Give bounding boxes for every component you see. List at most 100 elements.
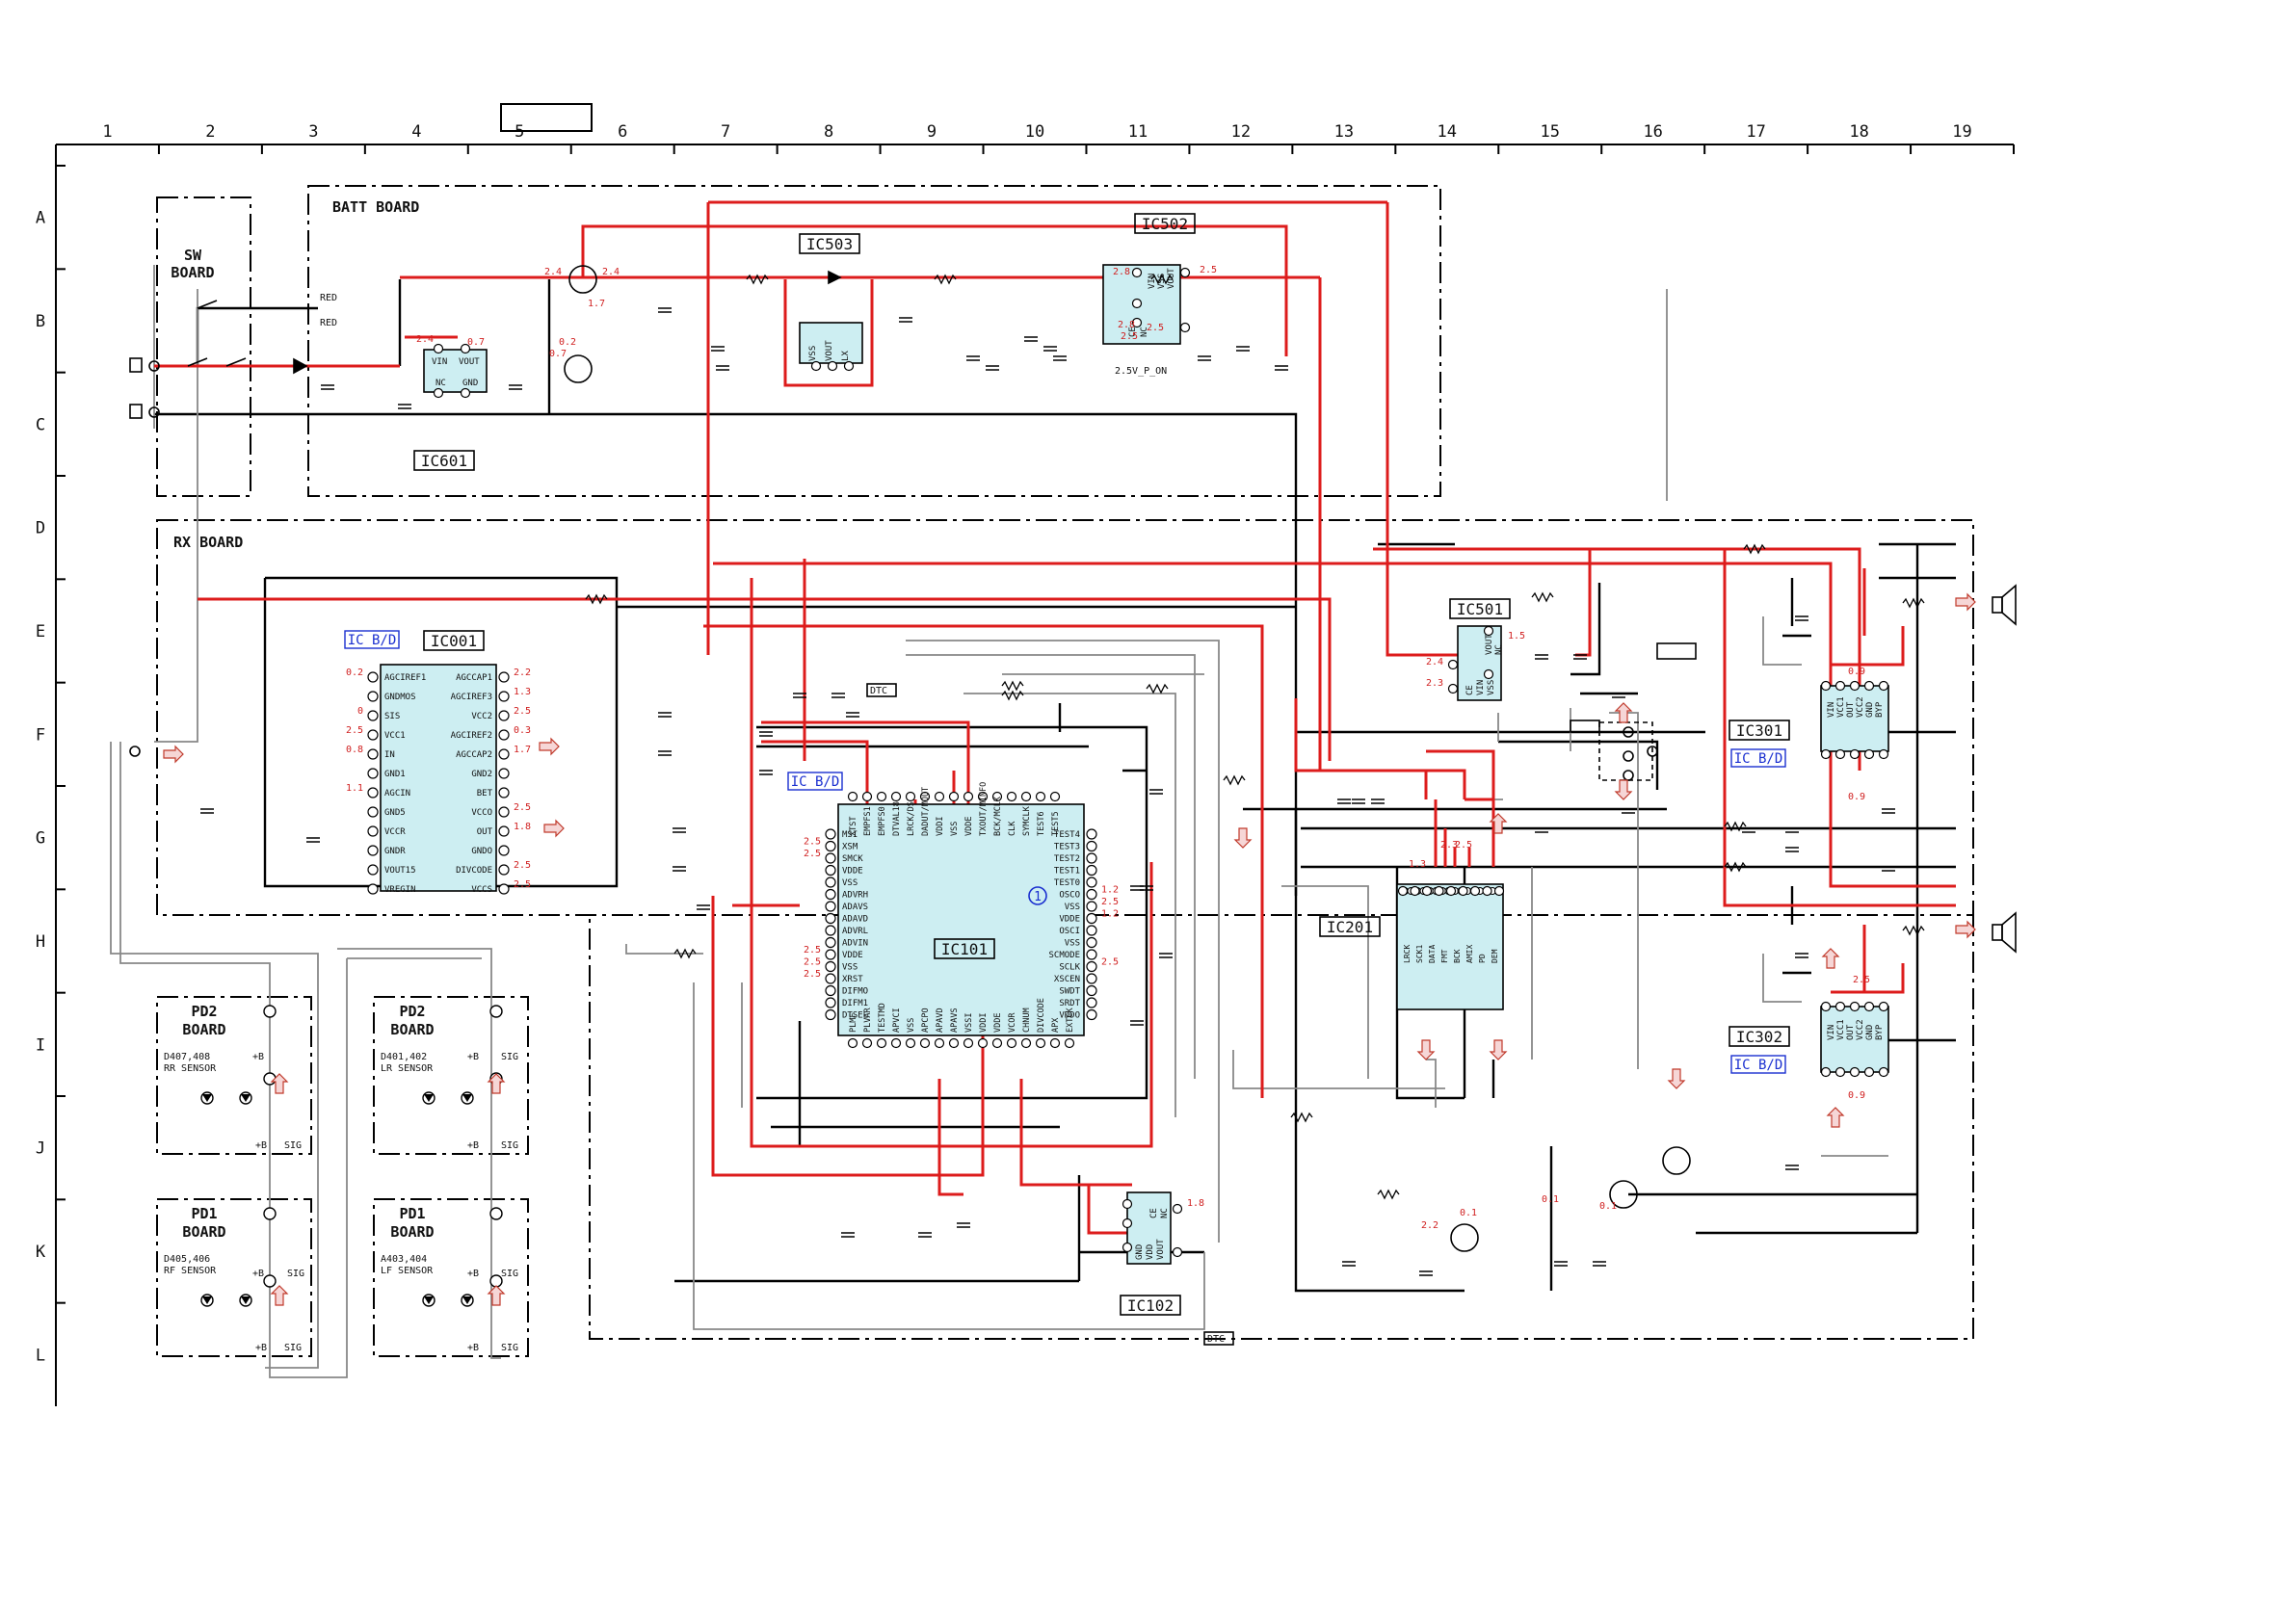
voltage-reading: 2.5 <box>1147 323 1164 333</box>
wire-red-label: RED <box>320 318 337 328</box>
ic301-body <box>1820 685 1889 752</box>
pin-name: VIN <box>1476 680 1486 695</box>
ic-pin <box>1035 1037 1046 1049</box>
ic-pin <box>934 1037 945 1049</box>
grid-row-label: B <box>36 312 45 331</box>
voltage-reading: 0.1 <box>1460 1208 1477 1218</box>
voltage-reading: 2.8 <box>1118 320 1135 330</box>
plus-b-label: +B <box>252 1052 264 1062</box>
ic-pin <box>825 949 836 960</box>
pin-name: BYP <box>1875 701 1885 718</box>
ic102-label: IC102 <box>1127 1296 1174 1315</box>
pin-name: VSS <box>907 1018 916 1033</box>
lr-sensor-name: LR SENSOR <box>381 1063 434 1074</box>
pin-voltage: 1.2 <box>1101 885 1119 896</box>
plus-b-label: +B <box>252 1269 264 1279</box>
pin-name: VSS <box>950 822 960 836</box>
pin-name: XTST <box>849 817 858 836</box>
pin-name: ADVRH <box>842 891 868 901</box>
pd2-right-label-1: PD2 <box>399 1003 425 1020</box>
pin-name: NC <box>435 379 446 388</box>
speaker-right-bottom <box>1992 924 2003 941</box>
speaker-right-bottom-cone <box>2001 911 2017 954</box>
pin-name: GND5 <box>384 808 406 818</box>
ic-pin <box>905 1037 916 1049</box>
grid-row-label: H <box>36 932 45 952</box>
pin-name: APAVS <box>950 1008 960 1033</box>
ic-pin <box>825 901 836 912</box>
voltage-reading: 2.5 <box>1121 331 1138 342</box>
pin-name: APAVD <box>936 1008 945 1033</box>
grid-col-label: 14 <box>1438 122 1457 142</box>
ic301-label: IC301 <box>1736 721 1782 740</box>
ic-pin <box>1483 625 1494 637</box>
pin-name: VCC2 <box>471 712 492 721</box>
ic-pin <box>1820 1066 1832 1078</box>
resistor <box>1001 690 1024 701</box>
pin-name: AMIX <box>1465 945 1474 963</box>
ic-pin <box>1820 680 1832 692</box>
sig-label: SIG <box>501 1052 518 1062</box>
ic-pin <box>890 791 902 802</box>
ic-pin <box>1447 683 1459 694</box>
icbd-tag-ic001: IC B/D <box>348 633 397 648</box>
pin-voltage: 1.7 <box>514 745 531 755</box>
diode <box>828 270 842 285</box>
voltage-reading: 2.5 <box>1455 840 1472 851</box>
photodiode-arrow <box>202 1296 212 1304</box>
pin-name: VCOR <box>1008 1012 1017 1033</box>
plus-b-label: +B <box>467 1052 479 1062</box>
ic-pin <box>1131 298 1143 309</box>
pin-name: EXTCK <box>1066 1008 1075 1033</box>
pin-name: AGCCAP1 <box>456 673 492 683</box>
speaker-right-top <box>1992 596 2003 614</box>
ic-pin <box>1469 885 1481 897</box>
icbd-tag-ic302: IC B/D <box>1734 1058 1783 1073</box>
voltage-labels: 0.202.50.81.12.21.32.50.31.72.51.82.52.5… <box>346 265 1870 1231</box>
ic-pin <box>825 936 836 949</box>
ic001-label: IC001 <box>431 632 477 650</box>
ic-pin <box>1086 925 1097 936</box>
photodiode-arrow <box>424 1094 434 1102</box>
ic-pin <box>890 1037 902 1049</box>
ic-pin <box>825 997 836 1008</box>
pin-name: GND <box>1865 1025 1875 1040</box>
signal-arrow <box>1614 779 1633 800</box>
pin-name: VIN <box>1148 274 1157 289</box>
ic-pin <box>1878 1001 1889 1012</box>
pin-name: XSCEN <box>1054 975 1080 984</box>
grid-row-label: D <box>36 519 45 538</box>
grid-row-label: F <box>36 725 45 745</box>
ic-pin <box>367 825 379 837</box>
ic-pin <box>825 960 836 973</box>
signal-arrow <box>1955 592 1976 612</box>
pin-name: TEST5 <box>1051 811 1061 836</box>
ic-pin <box>827 360 838 372</box>
pd2-left-label-2: BOARD <box>182 1021 225 1038</box>
rf-sensor-ref: D405,406 <box>164 1254 210 1265</box>
ic-pin <box>1086 877 1097 888</box>
pin-voltage: 2.5 <box>514 706 531 717</box>
ic-pin <box>367 710 379 721</box>
transistor <box>564 354 593 383</box>
pin-name: VDD <box>1146 1244 1155 1260</box>
ic-pin <box>847 1037 858 1049</box>
pin-name: VDDE <box>993 1013 1003 1033</box>
pin-name: TEST1 <box>1054 867 1080 877</box>
voltage-reading: 2.4 <box>544 267 562 277</box>
pin-name: LRCK/DS <box>907 801 916 836</box>
pin-name: BET <box>477 789 493 798</box>
pin-name: ADVRL <box>842 927 868 936</box>
pin-name: DIVCODE <box>456 866 492 876</box>
ic-pin <box>498 883 510 895</box>
voltage-reading: 0.9 <box>1848 1090 1865 1101</box>
ic-pin <box>1006 1037 1017 1049</box>
voltage-reading: 0.7 <box>467 337 485 348</box>
ic-pin <box>1122 1242 1133 1253</box>
ic-pin <box>1086 888 1097 901</box>
pin-name: VIN <box>1827 702 1836 718</box>
sw-board-outline <box>156 196 251 497</box>
ic-pin <box>1179 267 1191 278</box>
signal-arrow <box>1667 1068 1686 1089</box>
lf-sensor-ref: A403,404 <box>381 1254 427 1265</box>
